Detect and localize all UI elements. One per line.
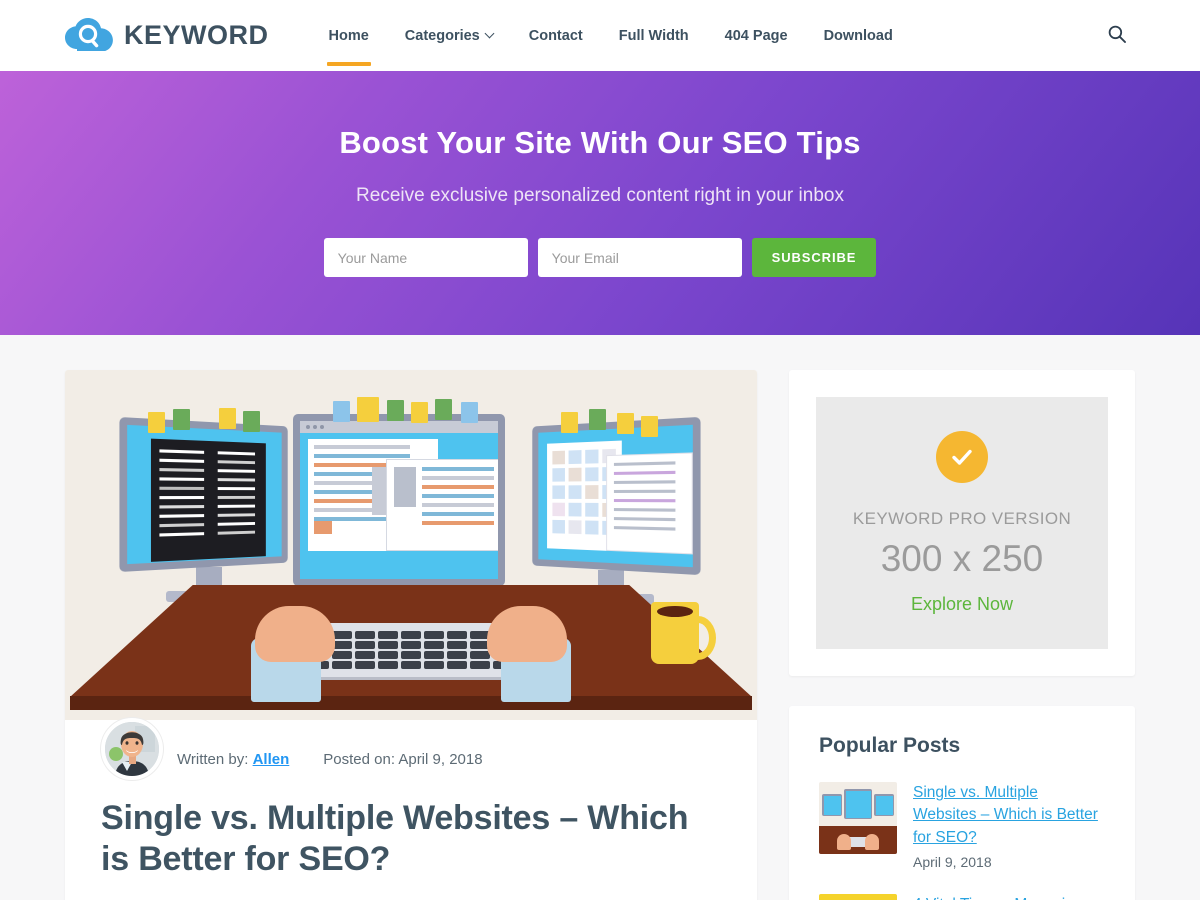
sidebar: KEYWORD PRO VERSION 300 x 250 Explore No… bbox=[789, 370, 1135, 900]
sticky-note bbox=[589, 409, 606, 430]
popular-post-link[interactable]: 4 Vital Tips on Managing bbox=[913, 894, 1082, 900]
nav-label: Download bbox=[823, 27, 893, 44]
search-toggle-button[interactable] bbox=[1099, 18, 1135, 54]
sticky-note bbox=[333, 401, 350, 422]
nav-item-download[interactable]: Download bbox=[806, 0, 911, 71]
hands-and-keyboard bbox=[65, 587, 757, 702]
sticky-note bbox=[219, 408, 236, 429]
ad-placeholder[interactable]: KEYWORD PRO VERSION 300 x 250 Explore No… bbox=[816, 397, 1108, 649]
post-body: Written by: Allen Posted on: April 9, 20… bbox=[65, 718, 757, 900]
nav-item-full-width[interactable]: Full Width bbox=[601, 0, 707, 71]
check-circle-icon bbox=[936, 431, 988, 483]
main-content: Written by: Allen Posted on: April 9, 20… bbox=[65, 370, 757, 900]
sticky-note bbox=[243, 411, 260, 432]
nav-label: Home bbox=[328, 27, 369, 44]
main-navigation: Home Categories Contact Full Width 404 P… bbox=[311, 0, 911, 71]
coffee-mug bbox=[651, 602, 716, 664]
sticky-note bbox=[435, 399, 452, 420]
sticky-note bbox=[641, 416, 658, 437]
hero-subscribe-section: Boost Your Site With Our SEO Tips Receiv… bbox=[0, 71, 1200, 335]
nav-label: Categories bbox=[404, 27, 480, 44]
sticky-note bbox=[148, 412, 165, 433]
nav-item-categories[interactable]: Categories bbox=[387, 0, 511, 71]
cloud-search-icon bbox=[65, 17, 113, 54]
post-thumbnail bbox=[819, 782, 897, 854]
list-item[interactable]: Single vs. Multiple Websites – Which is … bbox=[819, 782, 1105, 870]
brand-name: KEYWORD bbox=[124, 20, 269, 50]
monitor-left bbox=[119, 408, 295, 602]
nav-label: Full Width bbox=[618, 27, 689, 44]
site-header: KEYWORD Home Categories Contact Full Wid… bbox=[0, 0, 1200, 71]
ad-label: KEYWORD PRO VERSION bbox=[852, 509, 1072, 528]
popular-posts-widget: Popular Posts Single vs. Multiple Websit… bbox=[789, 706, 1135, 900]
featured-post-card: Written by: Allen Posted on: April 9, 20… bbox=[65, 370, 757, 900]
post-thumbnail bbox=[819, 894, 897, 900]
sticky-note bbox=[461, 402, 478, 423]
sticky-note bbox=[357, 397, 379, 422]
nav-item-404-page[interactable]: 404 Page bbox=[707, 0, 806, 71]
author-line: Written by: Allen bbox=[177, 751, 289, 768]
nav-label: 404 Page bbox=[724, 27, 788, 44]
list-item[interactable]: 4 Vital Tips on Managing bbox=[819, 894, 1105, 900]
popular-post-link[interactable]: Single vs. Multiple Websites – Which is … bbox=[913, 782, 1105, 849]
name-input[interactable] bbox=[323, 238, 528, 277]
brand-logo[interactable]: KEYWORD bbox=[65, 17, 269, 54]
author-avatar bbox=[101, 718, 163, 780]
monitor-right bbox=[525, 409, 701, 605]
popular-post-date: April 9, 2018 bbox=[913, 854, 992, 871]
post-date: April 9, 2018 bbox=[398, 750, 483, 768]
posted-prefix: Posted on: bbox=[323, 750, 395, 768]
post-title[interactable]: Single vs. Multiple Websites – Which is … bbox=[101, 798, 721, 900]
author-link[interactable]: Allen bbox=[253, 751, 290, 768]
subscribe-form: SUBSCRIBE bbox=[323, 238, 877, 277]
sticky-note bbox=[561, 412, 578, 433]
sticky-note bbox=[387, 400, 404, 421]
post-meta: Written by: Allen Posted on: April 9, 20… bbox=[101, 718, 721, 798]
hero-title: Boost Your Site With Our SEO Tips bbox=[339, 125, 861, 160]
page-body: Written by: Allen Posted on: April 9, 20… bbox=[65, 335, 1135, 900]
search-icon bbox=[1108, 25, 1126, 46]
chevron-down-icon bbox=[484, 28, 495, 39]
nav-item-contact[interactable]: Contact bbox=[511, 0, 601, 71]
post-featured-image bbox=[65, 370, 757, 720]
sticky-note bbox=[617, 413, 634, 434]
hero-subtitle: Receive exclusive personalized content r… bbox=[356, 185, 844, 206]
nav-label: Contact bbox=[528, 27, 583, 44]
sticky-note bbox=[411, 402, 428, 423]
ad-size: 300 x 250 bbox=[880, 538, 1044, 579]
posted-line: Posted on: April 9, 2018 bbox=[323, 751, 482, 768]
sticky-note bbox=[173, 409, 190, 430]
widget-title: Popular Posts bbox=[819, 734, 961, 757]
ad-cta-link[interactable]: Explore Now bbox=[911, 594, 1013, 615]
ad-widget: KEYWORD PRO VERSION 300 x 250 Explore No… bbox=[789, 370, 1135, 676]
nav-item-home[interactable]: Home bbox=[311, 0, 387, 71]
subscribe-button[interactable]: SUBSCRIBE bbox=[751, 238, 877, 277]
email-input[interactable] bbox=[537, 238, 742, 277]
author-prefix: Written by: bbox=[177, 750, 249, 768]
